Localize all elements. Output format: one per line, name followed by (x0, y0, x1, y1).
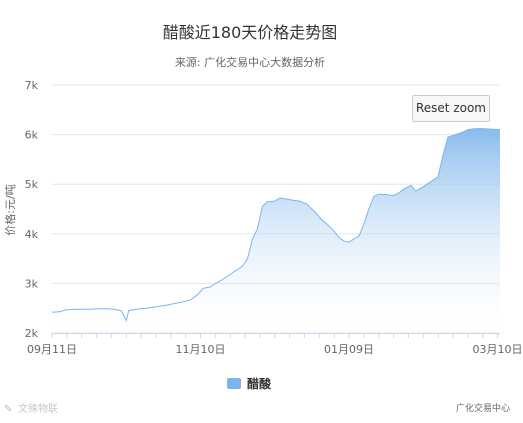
chart-subtitle: 来源: 广化交易中心大数据分析 (175, 55, 325, 69)
x-tick-label: 03月10日 (473, 343, 523, 356)
y-tick-label: 3k (25, 277, 39, 290)
legend-swatch[interactable] (227, 378, 241, 389)
credits-label[interactable]: 广化交易中心 (456, 402, 510, 414)
y-tick-label: 4k (25, 228, 39, 241)
y-tick-label: 6k (25, 129, 39, 142)
reset-zoom-button[interactable]: Reset zoom (412, 95, 490, 122)
chart-title: 醋酸近180天价格走势图 (163, 23, 338, 42)
x-tick-label: 01月09日 (324, 343, 374, 356)
y-axis-label: 价格:元/吨 (3, 184, 17, 235)
legend-item-acetic-acid[interactable]: 醋酸 (247, 376, 272, 391)
x-tick-label: 11月10日 (176, 343, 226, 356)
x-tick-label: 09月11日 (27, 343, 77, 356)
watermark-logo: ✎ 文殊物联 (4, 402, 58, 415)
legend[interactable]: 醋酸 (227, 376, 272, 391)
series-area-acetic-acid[interactable] (52, 128, 500, 333)
y-axis-ticks: 2k 3k 4k 5k 6k 7k (25, 79, 39, 340)
watermark-glyph-icon: ✎ (4, 404, 12, 415)
y-tick-label: 7k (25, 79, 39, 92)
y-tick-label: 5k (25, 178, 39, 191)
x-axis-ticks: 09月11日 11月10日 01月09日 03月10日 (27, 333, 523, 356)
watermark-text: 文殊物联 (18, 402, 58, 415)
price-chart: 醋酸近180天价格走势图 来源: 广化交易中心大数据分析 2k 3k 4k 5k 6k 7… (3, 23, 523, 415)
y-tick-label: 2k (25, 327, 39, 340)
